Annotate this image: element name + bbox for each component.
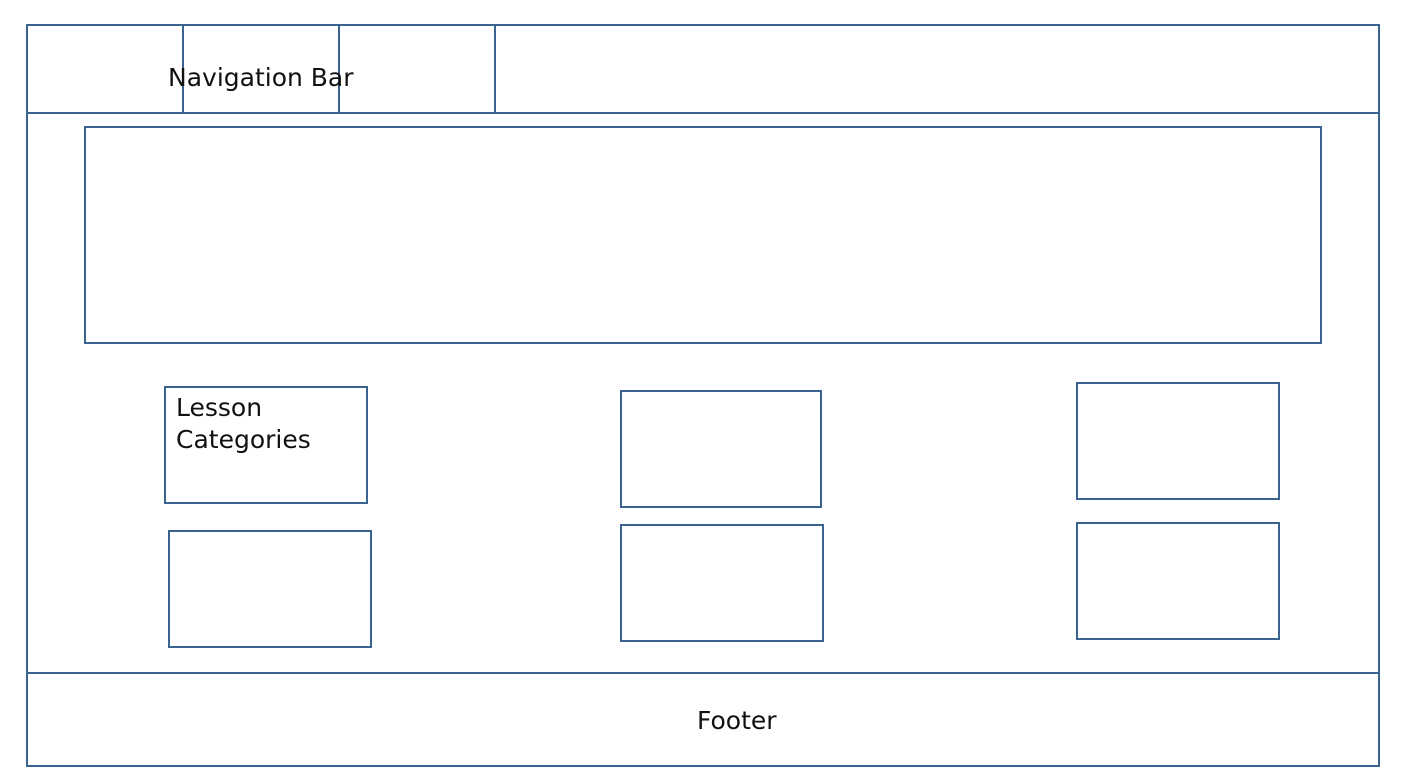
footer-top-divider: [26, 672, 1380, 674]
category-card[interactable]: [1076, 382, 1280, 500]
footer-label: Footer: [697, 706, 777, 735]
category-card[interactable]: [168, 530, 372, 648]
category-card[interactable]: [620, 390, 822, 508]
category-card[interactable]: [1076, 522, 1280, 640]
category-card[interactable]: [620, 524, 824, 642]
hero-banner: [84, 126, 1322, 344]
navbar-label: Navigation Bar: [168, 63, 354, 92]
navbar-item-divider-3: [494, 24, 496, 113]
navbar-bottom-divider: [26, 112, 1380, 114]
lesson-categories-card[interactable]: Lesson Categories: [164, 386, 368, 504]
lesson-categories-label: Lesson Categories: [176, 393, 311, 454]
